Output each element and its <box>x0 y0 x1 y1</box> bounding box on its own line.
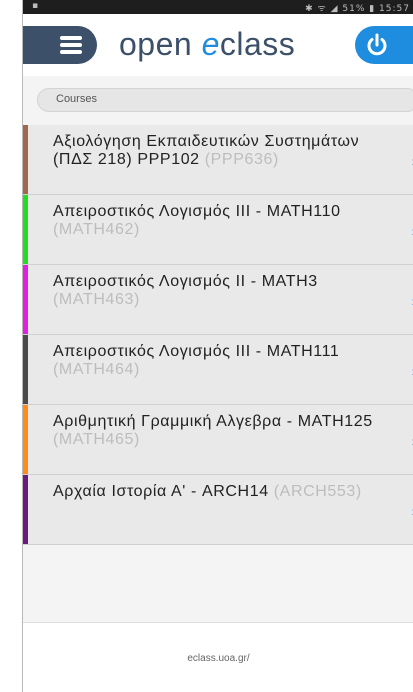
course-color-stripe <box>23 475 28 544</box>
status-indicators: ✱ ᯤ ◢ 51% ▮ 15:57 <box>305 4 410 14</box>
app-logo: open eclass <box>119 26 296 62</box>
menu-button[interactable] <box>23 26 97 64</box>
course-code: (MATH462) <box>53 221 140 238</box>
phone-screen: ▪ ✱ ᯤ ◢ 51% ▮ 15:57 open eclass Courses … <box>22 0 413 692</box>
course-name: Απειροστικός Λογισμός II - MATH3 <box>53 273 318 290</box>
course-code: (MATH465) <box>53 431 140 448</box>
notification-icon: ▪ <box>32 1 39 11</box>
course-title: Απειροστικός Λογισμός III - MATH111 (MAT… <box>53 343 383 379</box>
logout-button[interactable] <box>355 26 413 64</box>
course-code: (MATH463) <box>53 291 140 308</box>
breadcrumb[interactable]: Courses <box>37 88 413 112</box>
course-title: Απειροστικός Λογισμός III - MATH110 (MAT… <box>53 203 383 239</box>
course-color-stripe <box>23 335 28 404</box>
course-color-stripe <box>23 405 28 474</box>
course-item[interactable]: Αξιολόγηση Εκπαιδευτικών Συστημάτων (ΠΔΣ… <box>23 125 413 195</box>
course-color-stripe <box>23 265 28 334</box>
course-name: Αριθμητική Γραμμική Αλγεβρα - MATH125 <box>53 413 373 430</box>
course-name: Απειροστικός Λογισμός III - MATH110 <box>53 203 341 220</box>
course-item[interactable]: Απειροστικός Λογισμός II - MATH3 (MATH46… <box>23 265 413 335</box>
course-title: Αξιολόγηση Εκπαιδευτικών Συστημάτων (ΠΔΣ… <box>53 133 383 169</box>
course-name: Αρχαία Ιστορία Α' - ARCH14 <box>53 483 269 500</box>
footer-url[interactable]: eclass.uoa.gr/ <box>23 653 413 664</box>
power-icon <box>367 33 387 56</box>
course-name: Απειροστικός Λογισμός III - MATH111 <box>53 343 340 360</box>
breadcrumb-label: Courses <box>56 93 97 105</box>
course-list: Αξιολόγηση Εκπαιδευτικών Συστημάτων (ΠΔΣ… <box>23 125 413 545</box>
course-title: Απειροστικός Λογισμός II - MATH3 (MATH46… <box>53 273 383 309</box>
course-title: Αρχαία Ιστορία Α' - ARCH14 (ARCH553) <box>53 483 383 501</box>
course-code: (PPP636) <box>204 151 279 168</box>
course-code: (ARCH553) <box>273 483 362 500</box>
course-color-stripe <box>23 125 28 194</box>
course-item[interactable]: Απειροστικός Λογισμός III - MATH110 (MAT… <box>23 195 413 265</box>
course-color-stripe <box>23 195 28 264</box>
app-header: open eclass <box>23 14 413 76</box>
footer: eclass.uoa.gr/ <box>23 622 413 692</box>
course-item[interactable]: Αρχαία Ιστορία Α' - ARCH14 (ARCH553)› <box>23 475 413 545</box>
course-item[interactable]: Απειροστικός Λογισμός III - MATH111 (MAT… <box>23 335 413 405</box>
status-bar: ▪ ✱ ᯤ ◢ 51% ▮ 15:57 <box>23 0 413 14</box>
course-code: (MATH464) <box>53 361 140 378</box>
course-title: Αριθμητική Γραμμική Αλγεβρα - MATH125 (M… <box>53 413 383 449</box>
course-item[interactable]: Αριθμητική Γραμμική Αλγεβρα - MATH125 (M… <box>23 405 413 475</box>
